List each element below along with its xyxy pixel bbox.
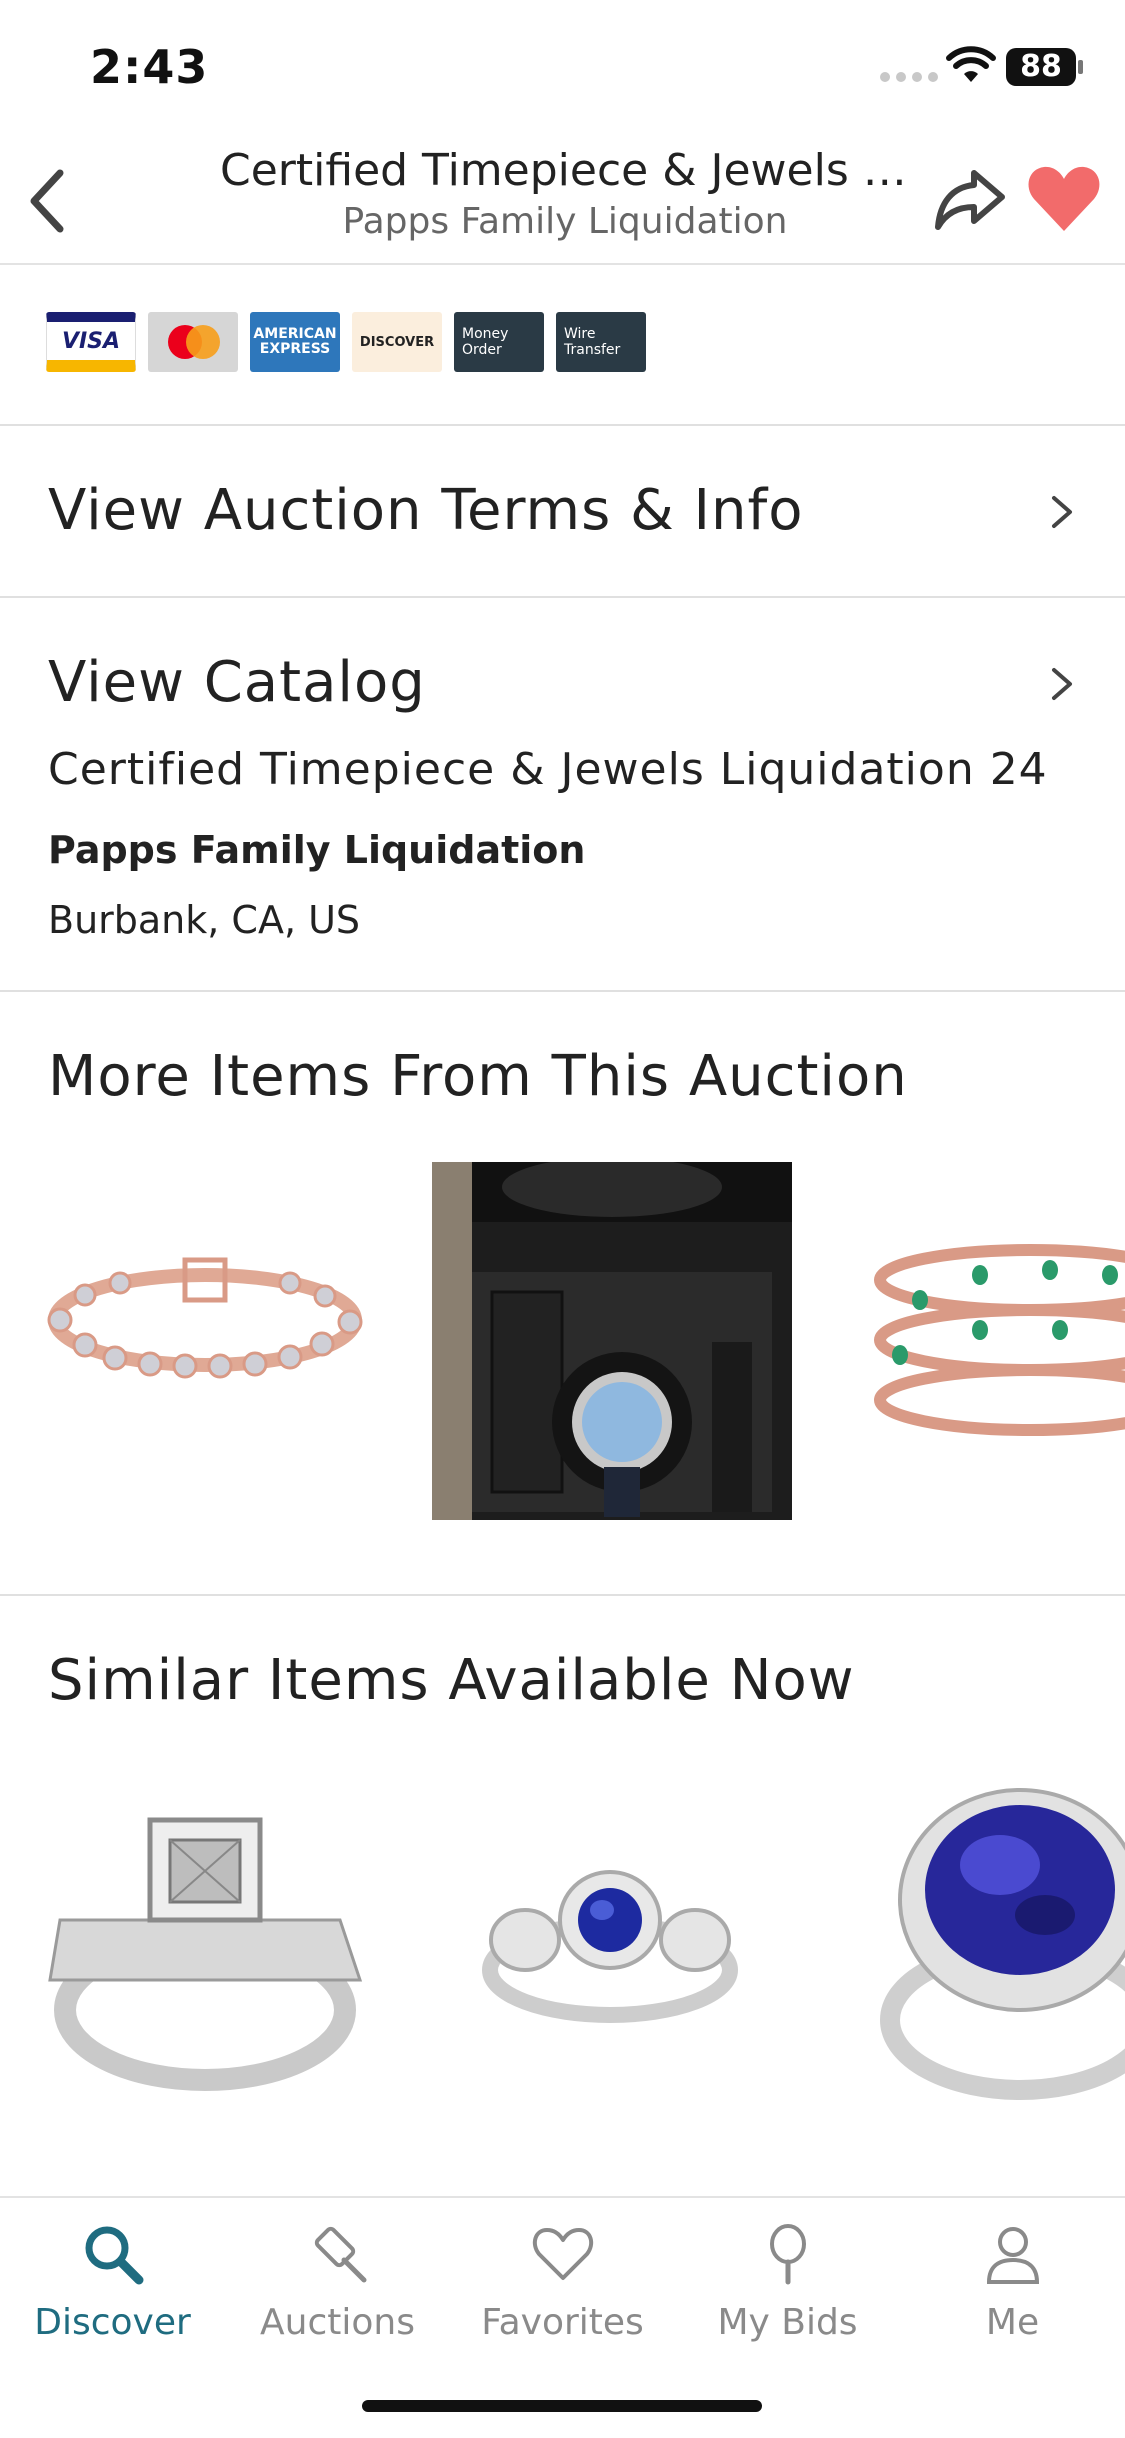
signal-icon — [880, 72, 938, 82]
tab-label: Discover — [34, 2302, 191, 2343]
amex-icon: AMERICAN EXPRESS — [250, 312, 340, 372]
back-chevron-icon[interactable] — [18, 161, 78, 241]
catalog-name: Certified Timepiece & Jewels Liquidation… — [48, 744, 1048, 795]
auction-house-subtitle: Papps Family Liquidation — [342, 201, 788, 242]
sapphire-ring-thumbnail[interactable] — [470, 1850, 750, 2030]
tab-me[interactable]: Me — [900, 2222, 1125, 2343]
share-icon[interactable] — [930, 163, 1010, 235]
tab-label: My Bids — [717, 2302, 858, 2343]
bangles-thumbnail[interactable] — [860, 1220, 1125, 1460]
tab-discover[interactable]: Discover — [0, 2222, 225, 2343]
bracelet-thumbnail[interactable] — [40, 1240, 370, 1400]
more-items-heading: More Items From This Auction — [48, 1044, 908, 1109]
tab-auctions[interactable]: Auctions — [225, 2222, 450, 2343]
status-time: 2:43 — [90, 40, 209, 94]
diamond-ring-thumbnail[interactable] — [40, 1800, 370, 2100]
battery-tip — [1078, 60, 1083, 74]
tab-favorites[interactable]: Favorites — [450, 2222, 675, 2343]
discover-icon: DISCOVER — [352, 312, 442, 372]
tab-my-bids[interactable]: My Bids — [675, 2222, 900, 2343]
wire-transfer-icon: Wire Transfer — [556, 312, 646, 372]
chevron-right-icon — [1052, 496, 1072, 528]
battery-indicator: 88 — [1006, 48, 1076, 86]
status-bar: 2:43 88 — [0, 0, 1125, 135]
mastercard-icon — [148, 312, 238, 372]
money-order-icon: Money Order — [454, 312, 544, 372]
watch-box-thumbnail[interactable] — [432, 1157, 792, 1520]
home-indicator — [362, 2400, 762, 2412]
visa-icon: VISA — [46, 312, 136, 372]
divider — [0, 1594, 1125, 1596]
tanzanite-ring-thumbnail[interactable] — [880, 1780, 1125, 2110]
catalog-house: Papps Family Liquidation — [48, 828, 586, 872]
divider — [0, 424, 1125, 426]
catalog-location: Burbank, CA, US — [48, 898, 361, 942]
gavel-icon — [314, 2226, 366, 2283]
wifi-icon — [946, 46, 996, 82]
catalog-label: View Catalog — [48, 650, 426, 715]
person-icon — [986, 2227, 1039, 2284]
divider — [0, 990, 1125, 992]
tab-label: Me — [985, 2302, 1040, 2343]
divider — [0, 596, 1125, 598]
tab-label: Auctions — [260, 2302, 415, 2343]
favorite-heart-icon[interactable] — [1024, 159, 1104, 239]
nav-header: Certified Timepiece & Jewels Liq... Papp… — [0, 135, 1125, 265]
paddle-icon — [769, 2224, 806, 2285]
search-icon — [85, 2226, 143, 2285]
heart-icon — [532, 2228, 593, 2280]
terms-label: View Auction Terms & Info — [48, 478, 804, 543]
similar-items-heading: Similar Items Available Now — [48, 1648, 855, 1713]
chevron-right-icon — [1052, 668, 1072, 700]
tab-label: Favorites — [481, 2302, 644, 2343]
payment-methods: VISA AMERICAN EXPRESS DISCOVER Money Ord… — [46, 312, 646, 372]
auction-title: Certified Timepiece & Jewels Liq... — [220, 145, 910, 196]
